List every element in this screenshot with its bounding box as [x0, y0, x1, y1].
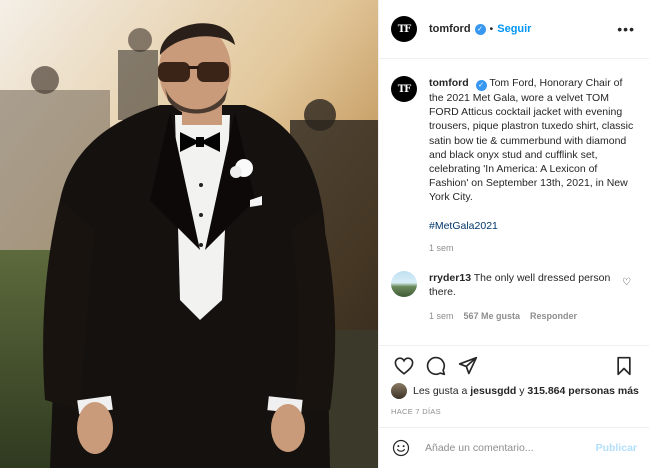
- likes-summary: Les gusta a jesusgdd y 315.864 personas …: [391, 383, 639, 399]
- author-username[interactable]: tomford: [429, 23, 471, 35]
- caption-hashtag[interactable]: #MetGala2021: [429, 219, 498, 233]
- caption-time[interactable]: 1 sem: [429, 241, 635, 255]
- instagram-post-view: TF tomford ✓ • Seguir ••• TF tomford ✓ T…: [0, 0, 649, 468]
- post-age[interactable]: HACE 7 DÍAS: [391, 407, 441, 416]
- publish-comment-button[interactable]: Publicar: [596, 442, 637, 454]
- follow-button[interactable]: Seguir: [497, 23, 531, 35]
- liker-avatar[interactable]: [391, 383, 407, 399]
- comment-like-heart-icon[interactable]: ♡: [622, 277, 631, 288]
- add-comment-bar: Publicar: [379, 427, 649, 468]
- post-photo-illustration: [0, 0, 378, 468]
- comment-item: rryder13 The only well dressed person th…: [391, 271, 635, 299]
- comment-username[interactable]: rryder13: [429, 272, 471, 284]
- post-side-panel: TF tomford ✓ • Seguir ••• TF tomford ✓ T…: [378, 0, 649, 468]
- caption-avatar[interactable]: TF: [391, 76, 417, 102]
- comment-input[interactable]: [425, 442, 596, 454]
- comment-time[interactable]: 1 sem: [429, 311, 454, 321]
- comment-reply-button[interactable]: Responder: [530, 311, 577, 321]
- caption: TF tomford ✓ Tom Ford, Honorary Chair of…: [391, 76, 635, 255]
- heart-icon[interactable]: [391, 353, 417, 379]
- more-options-icon[interactable]: •••: [617, 21, 635, 37]
- author-avatar[interactable]: TF: [391, 16, 417, 42]
- header-separator: •: [489, 23, 494, 35]
- likes-others[interactable]: 315.864 personas más: [527, 385, 639, 397]
- likes-user[interactable]: jesusgdd: [470, 385, 516, 397]
- post-header: TF tomford ✓ • Seguir •••: [379, 0, 649, 59]
- likes-prefix: Les gusta a: [413, 385, 468, 397]
- likes-connector: y: [519, 385, 525, 397]
- action-bar: [379, 345, 649, 385]
- caption-text-block: tomford ✓ Tom Ford, Honorary Chair of th…: [429, 76, 635, 255]
- commenter-avatar[interactable]: [391, 271, 417, 298]
- comments-area[interactable]: TF tomford ✓ Tom Ford, Honorary Chair of…: [379, 60, 649, 344]
- send-icon[interactable]: [455, 353, 481, 379]
- bookmark-icon[interactable]: [611, 353, 637, 379]
- caption-verified-badge-icon: ✓: [475, 80, 487, 91]
- comment-meta: 1 sem 567 Me gusta Responder: [429, 311, 635, 321]
- comment-icon[interactable]: [423, 353, 449, 379]
- caption-username[interactable]: tomford: [429, 77, 469, 89]
- comment-body: rryder13 The only well dressed person th…: [429, 271, 617, 299]
- smiley-icon[interactable]: [391, 438, 411, 458]
- caption-text: Tom Ford, Honorary Chair of the 2021 Met…: [429, 77, 634, 204]
- post-photo[interactable]: [0, 0, 378, 468]
- verified-badge-icon: ✓: [474, 23, 486, 35]
- comment-likes-count[interactable]: 567 Me gusta: [464, 311, 521, 321]
